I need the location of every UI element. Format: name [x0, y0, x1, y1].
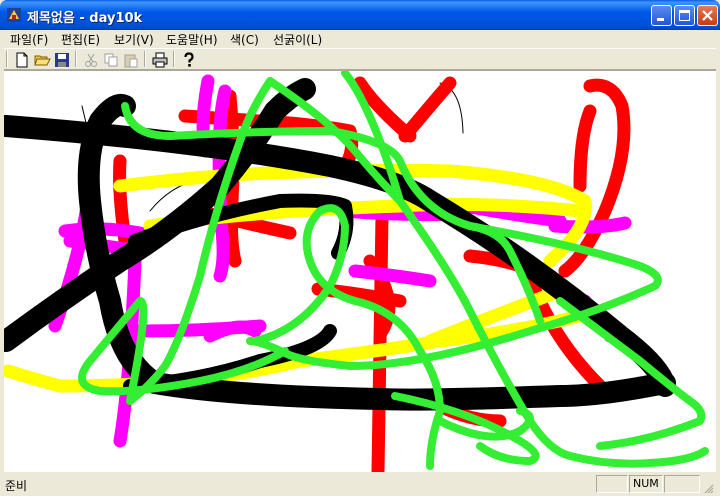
paste-icon [124, 54, 138, 68]
open-icon[interactable] [33, 51, 51, 69]
toolbar [4, 48, 716, 70]
toolbar-separator [75, 51, 77, 67]
magenta-stroke [203, 320, 262, 343]
resize-grip-icon[interactable] [702, 482, 714, 494]
toolbar-separator [144, 51, 146, 67]
status-message: 준비 [5, 479, 28, 493]
status-pane-scroll [664, 475, 700, 493]
menu-edit[interactable]: 편집(E) [61, 31, 100, 48]
help-icon[interactable] [180, 51, 198, 69]
maximize-button[interactable] [674, 5, 695, 26]
maximize-icon [679, 10, 690, 21]
red-stroke [371, 209, 389, 472]
menu-view[interactable]: 보기(V) [114, 31, 154, 48]
new-icon[interactable] [13, 51, 31, 69]
close-icon [702, 10, 713, 21]
window-title: 제목없음 - day10k [27, 11, 143, 26]
drawing-strokes [4, 71, 709, 472]
magenta-stroke [548, 216, 632, 234]
app-icon[interactable] [6, 7, 22, 23]
menu-file[interactable]: 파일(F) [10, 31, 48, 48]
save-icon[interactable] [53, 51, 71, 69]
copy-icon [104, 53, 118, 67]
cut-icon [85, 53, 97, 67]
menu-bar: 파일(F) 편집(E) 보기(V) 도움말(H) 색(C) 선굵이(L) [4, 30, 716, 48]
status-pane-caps [596, 475, 628, 493]
app-window: 제목없음 - day10k 파일(F) 편집(E) 보기(V) 도움말(H) 색… [0, 0, 720, 496]
menu-line-width[interactable]: 선굵이(L) [273, 31, 322, 48]
print-icon[interactable] [151, 51, 169, 69]
menu-help[interactable]: 도움말(H) [166, 31, 218, 48]
menu-color[interactable]: 색(C) [230, 31, 259, 48]
drawing-canvas[interactable] [4, 70, 716, 472]
minimize-icon [657, 18, 664, 21]
status-pane-num: NUM [629, 475, 663, 493]
close-button[interactable] [697, 5, 718, 26]
toolbar-grip [6, 51, 8, 67]
status-bar: 준비 NUM [4, 472, 716, 496]
minimize-button[interactable] [651, 5, 672, 26]
magenta-stroke [348, 264, 437, 288]
red-stroke [573, 104, 597, 193]
toolbar-separator [173, 51, 175, 67]
title-bar[interactable]: 제목없음 - day10k [0, 0, 720, 30]
